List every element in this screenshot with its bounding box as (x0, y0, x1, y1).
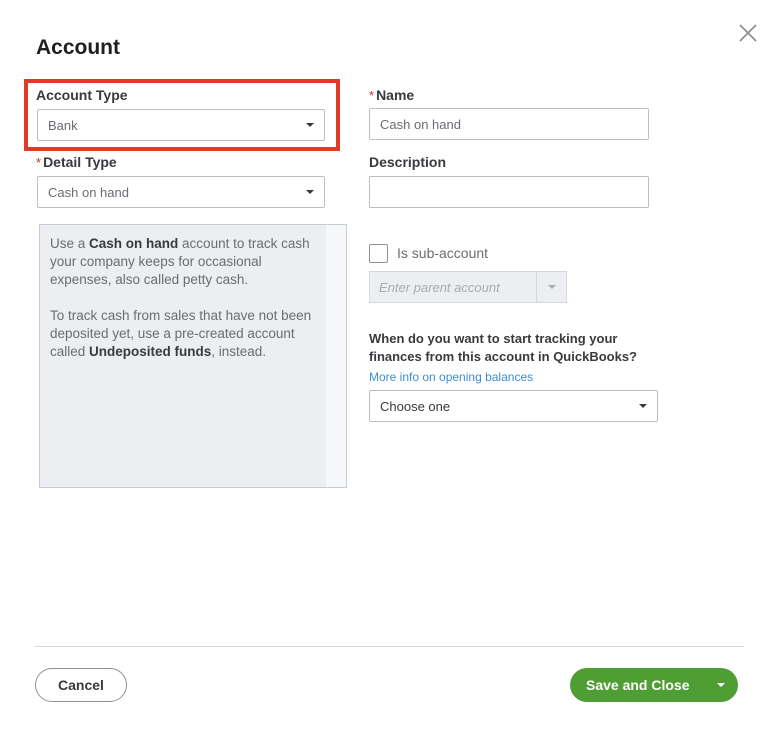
caret-down-icon (639, 404, 647, 408)
parent-account-select[interactable]: Enter parent account (369, 271, 567, 303)
help-text: Use a Cash on hand account to track cash… (40, 225, 326, 487)
save-options-dropdown[interactable] (704, 668, 738, 702)
start-tracking-select[interactable]: Choose one (369, 390, 658, 422)
sub-account-label: Is sub-account (397, 245, 489, 261)
help-scrollbar[interactable] (326, 225, 346, 487)
footer-divider (35, 646, 744, 647)
dialog-title: Account (36, 36, 120, 59)
name-label-text: Name (376, 87, 415, 103)
required-asterisk: * (36, 155, 42, 170)
account-type-value: Bank (48, 117, 78, 133)
caret-down-icon (306, 190, 314, 194)
description-label: Description (369, 154, 447, 170)
start-tracking-value: Choose one (380, 398, 451, 414)
detail-type-value: Cash on hand (48, 184, 129, 200)
detail-type-label: * Detail Type (36, 154, 117, 170)
detail-type-help-box: Use a Cash on hand account to track cash… (39, 224, 347, 488)
name-input[interactable]: Cash on hand (369, 108, 649, 140)
required-asterisk: * (369, 88, 375, 103)
close-button[interactable] (737, 22, 759, 44)
account-type-select[interactable]: Bank (37, 109, 325, 141)
caret-down-icon (717, 683, 725, 687)
name-value: Cash on hand (380, 116, 461, 132)
sub-account-checkbox[interactable] (369, 244, 388, 263)
help-paragraph-1: Use a Cash on hand account to track cash… (50, 236, 310, 287)
detail-type-select[interactable]: Cash on hand (37, 176, 325, 208)
detail-type-label-text: Detail Type (43, 154, 117, 170)
save-and-close-label: Save and Close (586, 677, 690, 693)
caret-down-icon (547, 285, 556, 289)
caret-down-icon (306, 123, 314, 127)
help-paragraph-2: To track cash from sales that have not b… (50, 308, 312, 359)
save-and-close-button[interactable]: Save and Close (570, 668, 738, 702)
close-x-icon (739, 24, 757, 42)
parent-account-placeholder: Enter parent account (379, 279, 500, 295)
opening-balance-info-link[interactable]: More info on opening balances (369, 370, 533, 384)
cancel-button[interactable]: Cancel (35, 668, 127, 702)
account-type-label: Account Type (36, 87, 128, 103)
description-input[interactable] (369, 176, 649, 208)
parent-account-dropdown-button[interactable] (536, 272, 566, 302)
opening-balance-question: When do you want to start tracking your … (369, 331, 637, 364)
name-label: * Name (369, 87, 414, 103)
